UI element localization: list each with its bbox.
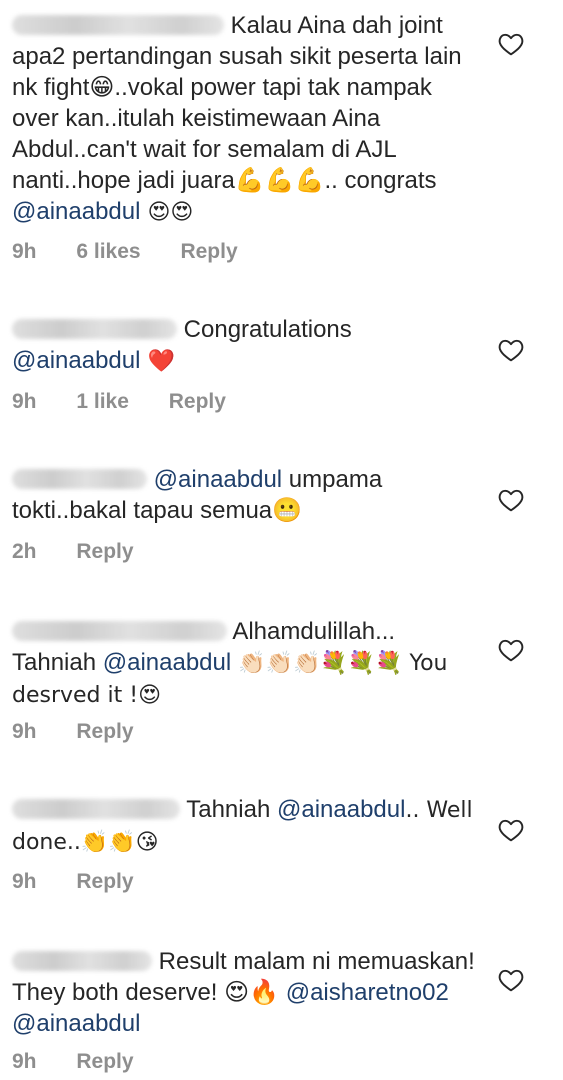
comment-time: 9h: [12, 720, 37, 743]
comment-body: Tahniah: [186, 796, 277, 823]
likes-count[interactable]: 1 like: [76, 390, 129, 413]
username-blurred[interactable]: [12, 951, 152, 971]
reply-button[interactable]: Reply: [180, 240, 237, 263]
reply-button[interactable]: Reply: [76, 720, 133, 743]
mention-link[interactable]: @ainaabdul: [103, 649, 231, 676]
comment-item: Tahniah @ainaabdul.. Well done..👏👏😘 9h R…: [0, 790, 563, 910]
comment-time: 9h: [12, 1050, 37, 1073]
comment-text: Alhamdulillah... Tahniah @ainaabdul 👏🏻👏🏻…: [12, 616, 480, 711]
comment-text: Kalau Aina dah joint apa2 pertandingan s…: [12, 10, 480, 228]
mention-link[interactable]: @ainaabdul: [12, 198, 140, 225]
like-heart-icon[interactable]: [498, 32, 524, 56]
reply-button[interactable]: Reply: [76, 870, 133, 893]
mention-link[interactable]: @ainaabdul: [154, 466, 282, 493]
mention-link[interactable]: @ainaabdul: [12, 347, 140, 374]
comment-meta: 9h 6 likes Reply: [12, 240, 272, 264]
comment-time: 9h: [12, 870, 37, 893]
username-blurred[interactable]: [12, 621, 227, 641]
like-heart-icon[interactable]: [498, 638, 524, 662]
comment-time: 9h: [12, 240, 37, 263]
comment-emoji: ❤️: [140, 349, 175, 374]
comment-item: Kalau Aina dah joint apa2 pertandingan s…: [0, 0, 563, 275]
username-blurred[interactable]: [12, 469, 147, 489]
comment-text: Congratulations @ainaabdul ❤️: [12, 314, 480, 377]
username-blurred[interactable]: [12, 319, 177, 339]
comment-item: Congratulations @ainaabdul ❤️ 9h 1 like …: [0, 310, 563, 430]
comment-emoji: 😍😍: [140, 200, 194, 225]
comment-time: 2h: [12, 540, 37, 563]
comment-item: @ainaabdul umpama tokti..bakal tapau sem…: [0, 460, 563, 580]
comment-meta: 9h 1 like Reply: [12, 390, 260, 414]
mention-link[interactable]: @ainaabdul: [12, 1010, 140, 1037]
comment-meta: 9h Reply: [12, 1050, 168, 1074]
username-blurred[interactable]: [12, 799, 180, 819]
like-heart-icon[interactable]: [498, 488, 524, 512]
mention-link[interactable]: @aisharetno02: [286, 979, 449, 1006]
comment-item: Result malam ni memuaskan! They both des…: [0, 940, 563, 1080]
username-blurred[interactable]: [12, 15, 224, 35]
reply-button[interactable]: Reply: [76, 540, 133, 563]
comment-text: Result malam ni memuaskan! They both des…: [12, 946, 480, 1039]
like-heart-icon[interactable]: [498, 338, 524, 362]
reply-button[interactable]: Reply: [76, 1050, 133, 1073]
comment-text: @ainaabdul umpama tokti..bakal tapau sem…: [12, 464, 480, 526]
comment-item: Alhamdulillah... Tahniah @ainaabdul 👏🏻👏🏻…: [0, 610, 563, 750]
reply-button[interactable]: Reply: [169, 390, 226, 413]
comment-time: 9h: [12, 390, 37, 413]
comment-meta: 2h Reply: [12, 540, 168, 564]
comment-body: Kalau Aina dah joint apa2 pertandingan s…: [12, 12, 462, 194]
like-heart-icon[interactable]: [498, 818, 524, 842]
comment-body: Congratulations: [183, 316, 352, 343]
comment-text: Tahniah @ainaabdul.. Well done..👏👏😘: [12, 794, 480, 858]
comment-meta: 9h Reply: [12, 870, 168, 894]
like-heart-icon[interactable]: [498, 968, 524, 992]
likes-count[interactable]: 6 likes: [76, 240, 140, 263]
comment-meta: 9h Reply: [12, 720, 168, 744]
mention-link[interactable]: @ainaabdul: [277, 796, 405, 823]
